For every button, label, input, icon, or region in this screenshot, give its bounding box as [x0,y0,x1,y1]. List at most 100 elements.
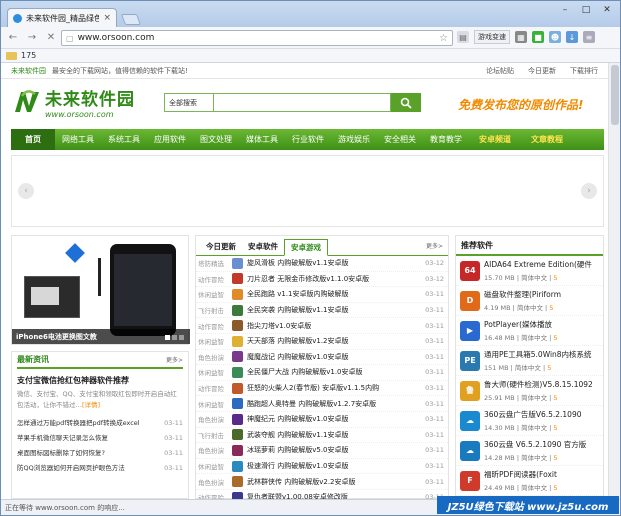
game-name[interactable]: 旋风滑板 内购破解版v1.1安卓版 [247,258,420,268]
vertical-scrollbar[interactable] [608,63,620,499]
nav-android[interactable]: 安卓频道 [469,129,521,150]
topbar-link-forum[interactable]: 论坛帖贴 [486,66,514,76]
center-more-link[interactable]: 更多> [426,241,443,250]
url-text[interactable]: www.orsoon.com [78,33,435,43]
site-logo[interactable]: 未来软件园 www.orsoon.com [13,85,135,119]
nav-games[interactable]: 游戏娱乐 [331,129,377,150]
game-category[interactable]: 角色扮演 [198,414,232,424]
translate-button[interactable]: 游戏变速 [474,30,510,44]
maximize-icon[interactable]: □ [577,3,595,16]
software-name[interactable]: 360云盘广告版V6.5.2.1090 [484,409,599,420]
featured-photo[interactable]: iPhone6电池更换图文教 [11,235,190,345]
slide-dot[interactable] [179,335,184,340]
game-name[interactable]: 全民突袭 内购破解版v1.1安卓版 [247,305,420,315]
game-category[interactable]: 塔防精选 [198,258,232,268]
game-row[interactable]: 飞行射击 全民突袭 内购破解版v1.1安卓版 03-11 [196,303,448,319]
software-item[interactable]: 64 AIDA64 Extreme Edition(硬件 15.70 MB | 简体… [456,256,603,286]
news-more-link[interactable]: 更多> [166,355,183,364]
software-name[interactable]: 磁盘软件整理(Piriform [484,289,599,300]
game-name[interactable]: 全民跑路 v1.1安卓版内购破解版 [247,289,420,299]
nav-security[interactable]: 安全相关 [377,129,423,150]
game-name[interactable]: 神魔纪元 内购破解版v1.0安卓版 [247,414,420,424]
software-name[interactable]: AIDA64 Extreme Edition(硬件 [484,259,599,270]
game-category[interactable]: 角色扮演 [198,445,232,455]
game-name[interactable]: 狂怒的火柴人2(春节版) 安卓版v1.1.5内购 [247,383,420,393]
software-item[interactable]: ☁ 360云盘广告版V6.5.2.1090 14.30 MB | 简体中文 | 5 [456,406,603,436]
download-icon[interactable]: ↓ [566,31,578,43]
game-category[interactable]: 角色扮演 [198,352,232,362]
slide-dot[interactable] [172,335,177,340]
nav-apps[interactable]: 应用软件 [147,129,193,150]
game-category[interactable]: 角色扮演 [198,477,232,487]
game-row[interactable]: 角色扮演 武林群侠传 内购破解版v2.2安卓版 03-11 [196,474,448,490]
nav-system[interactable]: 系统工具 [101,129,147,150]
minimize-icon[interactable]: – [556,3,574,16]
game-row[interactable]: 角色扮演 神魔纪元 内购破解版v1.0安卓版 03-11 [196,412,448,428]
extension-icon[interactable]: ▤ [457,31,469,43]
game-category[interactable]: 飞行射击 [198,305,232,315]
slide-dot[interactable] [165,335,170,340]
close-tab-icon[interactable]: × [103,13,111,23]
game-row[interactable]: 动作冒险 狂怒的火柴人2(春节版) 安卓版v1.1.5内购 03-11 [196,381,448,397]
game-category[interactable]: 休闲益智 [198,367,232,377]
news-item[interactable]: 防QQ浏览器如何开启网页护眼色方法 03-11 [17,461,183,476]
news-item-title[interactable]: 怎样通过万能pdf转换器把pdf转换成excel [17,416,140,431]
software-item[interactable]: F 福昕PDF阅读器(Foxit 24.49 MB | 简体中文 | 5 [456,466,603,496]
search-input[interactable] [214,93,391,112]
news-item-title[interactable]: 防QQ浏览器如何开启网页护眼色方法 [17,461,125,476]
news-detail-link[interactable]: [详情] [82,401,100,409]
game-category[interactable]: 休闲益智 [198,399,232,409]
search-button[interactable] [391,93,421,112]
green-extension-icon[interactable]: ■ [532,31,544,43]
banner-prev-icon[interactable]: ‹ [18,183,34,199]
game-category[interactable]: 动作冒险 [198,321,232,331]
game-row[interactable]: 动作冒险 指尖刀塔v1.0安卓版 03-11 [196,318,448,334]
nav-articles[interactable]: 文章教程 [521,129,573,150]
game-category[interactable]: 动作冒险 [198,383,232,393]
software-name[interactable]: 鲁大师(硬件检测)V5.8.15.1092 [484,379,599,390]
back-icon[interactable]: ← [5,30,21,46]
game-row[interactable]: 休闲益智 天天部落 内购破解版v1.2安卓版 03-11 [196,334,448,350]
news-item-title[interactable]: 桌面图标図标删除了如何恢复? [17,446,105,461]
nav-graphics[interactable]: 图文处理 [193,129,239,150]
browser-tab[interactable]: 未来软件园_精品绿色软件 × [7,8,117,27]
topbar-link-today[interactable]: 今日更新 [528,66,556,76]
game-name[interactable]: 全民僵尸大战 内购破解版v1.0安卓版 [247,367,420,377]
game-row[interactable]: 休闲益智 酷跑超人奥特曼 内购破解版v1.2.7安卓版 03-11 [196,396,448,412]
game-row[interactable]: 动作冒险 刀片忍者 无限金币修改版v1.1.0安卓版 03-12 [196,272,448,288]
tab-android-games[interactable]: 安卓游戏 [284,239,328,256]
close-icon[interactable]: ✕ [598,3,616,16]
software-item[interactable]: 鲁鲁大师(硬件检测)V5.8.15.1092 25.91 MB | 简体中文 | … [456,376,603,406]
game-category[interactable]: 飞行射击 [198,430,232,440]
nav-education[interactable]: 教育教学 [423,129,469,150]
software-item[interactable]: D 磁盘软件整理(Piriform 4.19 MB | 简体中文 | 5 [456,286,603,316]
forward-icon[interactable]: → [24,30,40,46]
game-row[interactable]: 角色扮演 魔魔战记 内购破解版v1.0安卓版 03-11 [196,350,448,366]
game-name[interactable]: 冰瑶萝莉 内购破解版v5.0安卓版 [247,445,420,455]
game-row[interactable]: 塔防精选 旋风滑板 内购破解版v1.1安卓版 03-12 [196,256,448,272]
bookmark-count[interactable]: 175 [21,51,36,60]
game-row[interactable]: 休闲益智 全民跑路 v1.1安卓版内购破解版 03-11 [196,287,448,303]
nav-home[interactable]: 首页 [11,129,55,150]
news-item-title[interactable]: 苹果手机微信聊天记录怎么恢复 [17,431,108,446]
new-tab-button[interactable] [120,14,142,25]
game-category[interactable]: 休闲益智 [198,461,232,471]
software-name[interactable]: 通用PE工具箱5.0Win8内核系统 [484,349,599,360]
stop-icon[interactable]: ✕ [43,30,59,46]
nav-media[interactable]: 媒体工具 [239,129,285,150]
nav-network[interactable]: 网络工具 [55,129,101,150]
game-category[interactable]: 休闲益智 [198,289,232,299]
software-name[interactable]: 福昕PDF阅读器(Foxit [484,469,599,480]
nav-industry[interactable]: 行业软件 [285,129,331,150]
menu-icon[interactable]: ≡ [583,31,595,43]
topbar-link-rank[interactable]: 下载排行 [570,66,598,76]
game-name[interactable]: 极速滑行 内购破解版v1.0安卓版 [247,461,420,471]
game-category[interactable]: 休闲益智 [198,336,232,346]
photo-caption[interactable]: iPhone6电池更换图文教 [12,329,190,344]
game-name[interactable]: 武林群侠传 内购破解版v2.2安卓版 [247,477,420,487]
game-row[interactable]: 动作冒险 复仇者联盟v1.00.08安卓修改版 03-11 [196,490,448,499]
game-row[interactable]: 休闲益智 极速滑行 内购破解版v1.0安卓版 03-11 [196,459,448,475]
tab-android-software[interactable]: 安卓软件 [242,238,284,255]
folder-icon[interactable] [6,51,17,60]
topbar-brand[interactable]: 未来软件园 [11,66,46,76]
